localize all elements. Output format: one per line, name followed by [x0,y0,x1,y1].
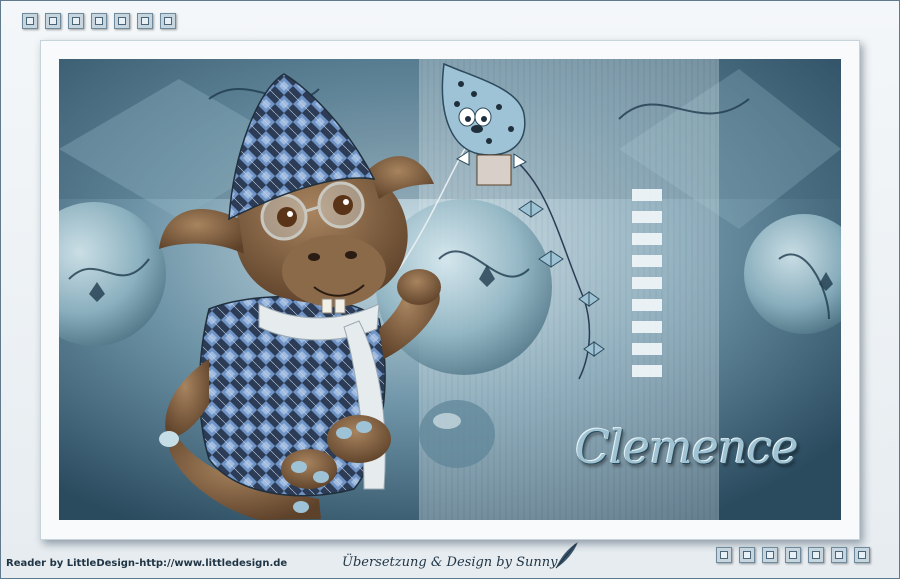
artwork-title: Clemence [575,420,799,474]
deco-square-icon [45,13,61,29]
deco-square-icon [831,547,847,563]
deco-square-icon [762,547,778,563]
bottom-decoration-row [716,547,870,563]
credit-translation: Übersetzung & Design by Sunny [342,555,558,570]
deco-square-icon [854,547,870,563]
deco-square-icon [739,547,755,563]
deco-square-icon [808,547,824,563]
deco-square-icon [160,13,176,29]
deco-square-icon [91,13,107,29]
top-decoration-row [22,13,176,29]
deco-square-icon [716,547,732,563]
deco-square-icon [68,13,84,29]
deco-square-icon [22,13,38,29]
feather-pen-icon [555,542,578,569]
deco-square-icon [785,547,801,563]
deco-square-icon [137,13,153,29]
deco-square-icon [114,13,130,29]
credit-reader: Reader by LittleDesign-http://www.little… [6,558,288,569]
